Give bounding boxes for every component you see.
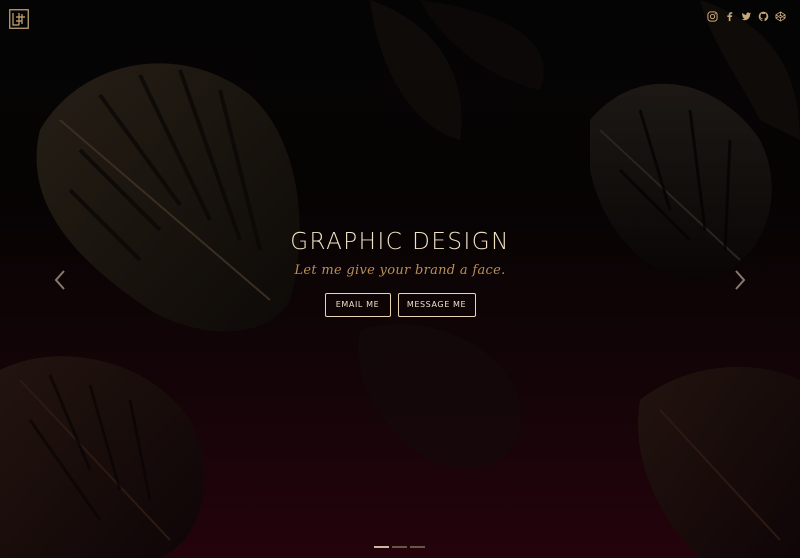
hero-slide: GRAPHIC DESIGN Let me give your brand a …: [0, 0, 800, 558]
github-icon[interactable]: [758, 11, 769, 22]
logo-icon[interactable]: [9, 9, 29, 29]
carousel-indicator-2[interactable]: [392, 546, 407, 548]
codepen-icon[interactable]: [775, 11, 786, 22]
hero-title: GRAPHIC DESIGN: [290, 229, 510, 255]
hero-tagline: Let me give your brand a face.: [294, 263, 506, 278]
carousel-indicator-3[interactable]: [410, 546, 425, 548]
hero-content: GRAPHIC DESIGN Let me give your brand a …: [0, 226, 800, 317]
carousel-indicators: [374, 546, 425, 548]
facebook-icon[interactable]: [724, 11, 735, 22]
email-me-button[interactable]: EMAIL ME: [324, 293, 391, 317]
cta-row: EMAIL ME MESSAGE ME: [0, 293, 800, 317]
instagram-icon[interactable]: [707, 11, 718, 22]
message-me-button[interactable]: MESSAGE ME: [397, 293, 476, 317]
carousel-indicator-1[interactable]: [374, 546, 389, 548]
twitter-icon[interactable]: [741, 11, 752, 22]
social-links: [707, 11, 786, 22]
